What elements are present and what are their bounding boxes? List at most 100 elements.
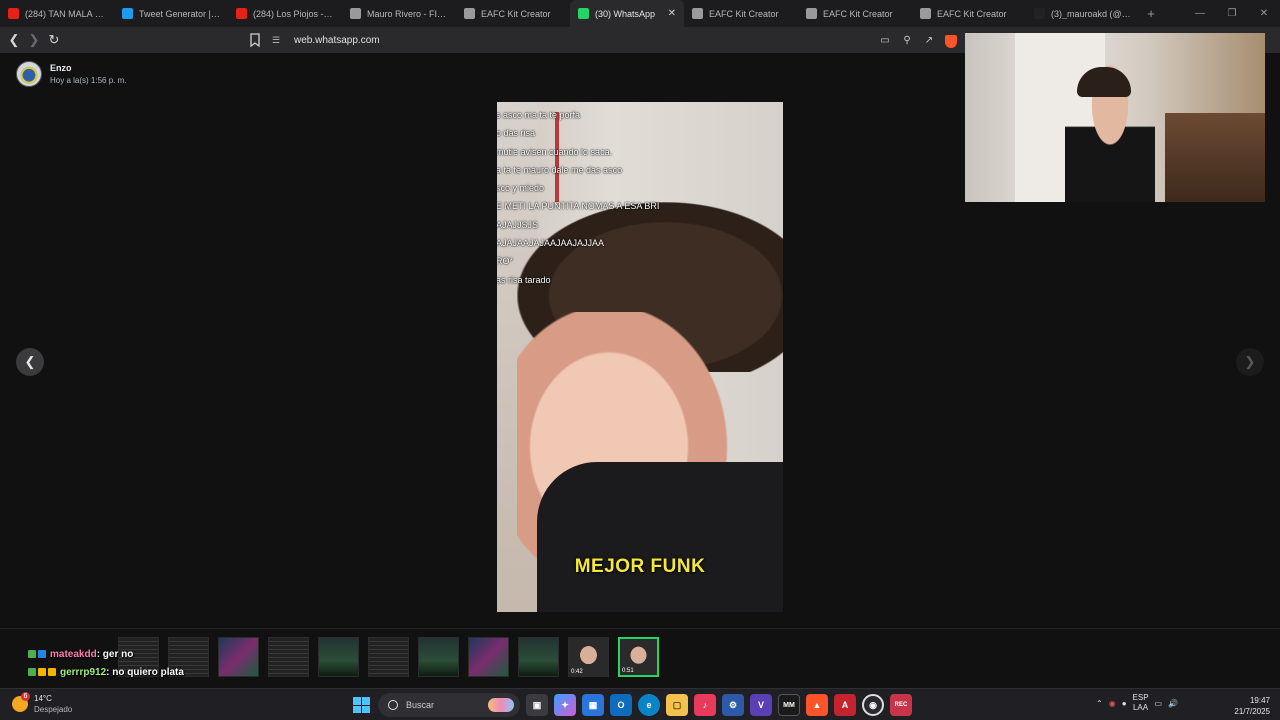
notification-badge: 6 — [21, 692, 30, 701]
start-button[interactable] — [350, 694, 372, 716]
reload-button[interactable]: ↻ — [44, 30, 64, 50]
windows-taskbar: 6 14°C Despejado Buscar ▣ ✦ ▦ O e ▢ ♪ ⚙ … — [0, 688, 1280, 720]
youtube-icon — [236, 8, 247, 19]
back-button[interactable]: ❮ — [4, 30, 24, 50]
media-video[interactable]: s asco ma ta te porfa o das risa mutie avi… — [497, 102, 783, 612]
brave-shield-icon[interactable] — [942, 30, 960, 50]
taskbar-search[interactable]: Buscar — [378, 693, 520, 717]
language-code: ESP — [1132, 693, 1149, 702]
webcam-furniture — [1165, 113, 1265, 202]
chat-badges — [28, 668, 56, 676]
sender-timestamp: Hoy a la(s) 1:56 p. m. — [50, 76, 127, 85]
brave-icon[interactable]: ▲ — [806, 694, 828, 716]
network-app-icon[interactable]: ⚙ — [722, 694, 744, 716]
chat-username: mateakdd — [50, 648, 97, 660]
media-thumbnail[interactable] — [518, 637, 559, 677]
keyboard-layout: LAA — [1132, 703, 1149, 712]
capcut-icon[interactable]: ♪ — [694, 694, 716, 716]
task-view-icon[interactable]: ▣ — [526, 694, 548, 716]
antivirus-icon[interactable]: ◉ — [1109, 699, 1116, 708]
thumbnail-list: 0:42 0:51 — [118, 637, 659, 677]
chat-badge-icon — [28, 650, 36, 658]
browser-tab[interactable]: EAFC Kit Creator — [798, 0, 912, 27]
forward-button[interactable]: ❯ — [24, 30, 44, 50]
weather-widget[interactable]: 6 14°C Despejado — [12, 692, 73, 715]
cast-icon[interactable]: ▭ — [876, 30, 894, 50]
site-settings-icon[interactable]: ☰ — [272, 35, 286, 46]
toolbar-actions: ▭ ⚲ ↗ — [876, 30, 960, 50]
tab-title: EAFC Kit Creator — [823, 8, 893, 19]
widgets-icon[interactable]: ▦ — [582, 694, 604, 716]
language-indicator[interactable]: ESP LAA — [1133, 693, 1149, 713]
chat-message: mateakdd: ger no — [28, 645, 184, 663]
overlay-text-line: sco y miedo — [497, 183, 545, 194]
tab-title: EAFC Kit Creator — [937, 8, 1007, 19]
bookmark-icon[interactable] — [248, 31, 262, 49]
share-icon[interactable]: ↗ — [920, 30, 938, 50]
file-explorer-icon[interactable]: ▢ — [666, 694, 688, 716]
shirt-icon — [350, 8, 361, 19]
window-controls: — ❐ ✕ — [1184, 0, 1280, 27]
close-window-button[interactable]: ✕ — [1248, 0, 1280, 27]
overlay-text-line: AJAJJSJS — [497, 219, 539, 230]
tab-title: EAFC Kit Creator — [709, 8, 779, 19]
system-tray: ⌃ ◉ ● ESP LAA ▭ 🔊 — [1096, 693, 1178, 713]
clock-date: 21/7/2025 — [1234, 707, 1270, 716]
bird-icon — [122, 8, 133, 19]
media-thumbnail[interactable] — [318, 637, 359, 677]
search-icon — [388, 700, 398, 710]
media-thumbnail[interactable] — [368, 637, 409, 677]
recorder-app-icon[interactable]: REC — [890, 694, 912, 716]
media-thumbnail[interactable]: 0:42 — [568, 637, 609, 677]
zoom-icon[interactable]: ⚲ — [898, 30, 916, 50]
address-bar[interactable]: ☰ web.whatsapp.com — [272, 30, 872, 50]
media-thumbnail[interactable]: 0:51 — [618, 637, 659, 677]
media-thumbnail[interactable] — [418, 637, 459, 677]
microphone-icon[interactable]: ● — [1122, 699, 1127, 708]
avatar[interactable] — [16, 61, 42, 87]
mm-app-icon[interactable]: MM — [778, 694, 800, 716]
system-clock[interactable]: 19:47 21/7/2025 — [1222, 695, 1270, 717]
volume-icon[interactable]: 🔊 — [1168, 699, 1178, 708]
browser-tab-strip: (284) TAN MALA - You Tweet Generator | Tw… — [0, 0, 1280, 27]
shirt-icon — [806, 8, 817, 19]
browser-tab[interactable]: (284) TAN MALA - You — [0, 0, 114, 27]
browser-tab[interactable]: Tweet Generator | Twe — [114, 0, 228, 27]
outlook-icon[interactable]: O — [610, 694, 632, 716]
restore-button[interactable]: ❐ — [1216, 0, 1248, 27]
media-thumbnail[interactable] — [468, 637, 509, 677]
chat-message: gerrrp912: no quiero plata — [28, 663, 184, 681]
browser-tab[interactable]: EAFC Kit Creator — [912, 0, 1026, 27]
browser-tab[interactable]: (284) Los Piojos - Pacf — [228, 0, 342, 27]
vegas-icon[interactable]: V — [750, 694, 772, 716]
chat-text: : no quiero plata — [106, 666, 184, 678]
browser-tab[interactable]: (3)_mauroakd (@_mau — [1026, 0, 1140, 27]
browser-tab[interactable]: EAFC Kit Creator — [456, 0, 570, 27]
stream-chat-overlay: mateakdd: ger no gerrrp912: no quiero pla… — [28, 645, 184, 681]
next-media-button[interactable]: ❯ — [1236, 348, 1264, 376]
minimize-button[interactable]: — — [1184, 0, 1216, 27]
weather-condition: Despejado — [34, 705, 73, 714]
overlay-text-line: s asco ma ta te porfa — [497, 110, 581, 120]
sun-icon: 6 — [12, 692, 30, 712]
close-tab-icon[interactable]: ✕ — [668, 8, 676, 19]
new-tab-button[interactable]: + — [1140, 6, 1162, 21]
tab-title: (30) WhatsApp — [595, 8, 656, 19]
chevron-up-icon[interactable]: ⌃ — [1096, 699, 1103, 708]
obs-icon[interactable]: ◉ — [862, 694, 884, 716]
browser-tab[interactable]: (30) WhatsApp ✕ — [570, 0, 684, 27]
display-icon[interactable]: ▭ — [1155, 699, 1163, 708]
browser-tab[interactable]: EAFC Kit Creator — [684, 0, 798, 27]
edge-icon[interactable]: e — [638, 694, 660, 716]
shirt-icon — [920, 8, 931, 19]
overlay-text-line: o das risa — [497, 128, 536, 139]
media-thumbnail[interactable] — [218, 637, 259, 677]
previous-media-button[interactable]: ❮ — [16, 348, 44, 376]
browser-tab[interactable]: Mauro Rivero - FIFA K — [342, 0, 456, 27]
media-thumbnail[interactable] — [268, 637, 309, 677]
copilot-icon[interactable]: ✦ — [554, 694, 576, 716]
acrobat-icon[interactable]: A — [834, 694, 856, 716]
chat-username: gerrrp912 — [60, 666, 107, 678]
tab-title: Mauro Rivero - FIFA K — [367, 8, 448, 19]
chat-badge-icon — [48, 668, 56, 676]
